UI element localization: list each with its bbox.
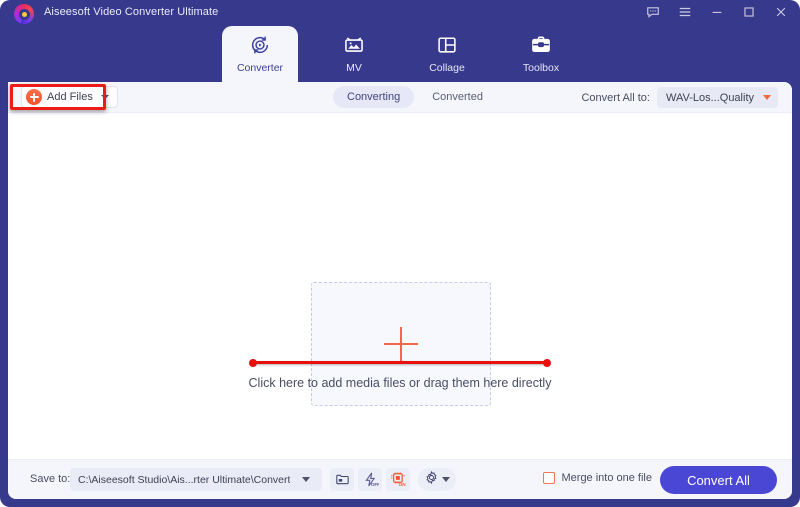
feedback-icon[interactable] (644, 3, 662, 21)
output-format-value: WAV-Los...Quality (665, 91, 754, 104)
convert-all-button[interactable]: Convert All (660, 466, 777, 494)
drop-hint-text[interactable]: Click here to add media files or drag th… (8, 376, 792, 390)
tab-mv[interactable]: MV (316, 26, 392, 82)
tab-converter[interactable]: Converter (222, 26, 298, 82)
convert-all-to-group: Convert All to: WAV-Los...Quality (581, 87, 778, 108)
checkbox-icon (542, 472, 555, 484)
plus-circle-icon (26, 89, 42, 105)
preferences-button[interactable] (418, 468, 456, 491)
chevron-down-icon (763, 95, 771, 100)
tab-collage[interactable]: Collage (409, 26, 485, 82)
chevron-down-icon (442, 477, 450, 482)
tab-toolbox-label: Toolbox (522, 62, 560, 74)
gear-icon (424, 470, 439, 490)
aiseesoft-logo-icon (14, 4, 34, 24)
save-to-label: Save to: (30, 473, 71, 485)
save-to-field[interactable]: C:\Aiseesoft Studio\Ais...rter Ultimate\… (70, 468, 322, 491)
save-to-path: C:\Aiseesoft Studio\Ais...rter Ultimate\… (78, 473, 290, 486)
content-area: Click here to add media files or drag th… (8, 113, 792, 468)
minimize-icon[interactable] (708, 3, 726, 21)
toolbar: Add Files Converting Converted Convert A… (8, 82, 792, 113)
converter-icon (249, 32, 271, 58)
toolbox-icon (530, 32, 552, 58)
merge-label: Merge into one file (561, 472, 653, 484)
collage-icon (436, 32, 458, 58)
maximize-icon[interactable] (740, 3, 758, 21)
tab-converted[interactable]: Converted (418, 86, 497, 108)
svg-text:ON: ON (398, 482, 405, 487)
add-files-label: Add Files (47, 91, 93, 103)
menu-icon[interactable] (676, 3, 694, 21)
tab-mv-label: MV (346, 62, 362, 74)
chevron-down-icon[interactable] (100, 95, 109, 99)
main-panel: Add Files Converting Converted Convert A… (8, 82, 792, 499)
tab-converting[interactable]: Converting (333, 86, 415, 108)
convert-all-to-label: Convert All to: (581, 91, 650, 104)
close-icon[interactable] (772, 3, 790, 21)
save-to-dropdown[interactable] (290, 477, 322, 482)
status-tabs: Converting Converted (333, 86, 497, 108)
annotation-underline-hint (249, 358, 551, 367)
annotation-dot-right (543, 358, 551, 367)
output-format-select[interactable]: WAV-Los...Quality (656, 87, 778, 108)
bottom-bar: Save to: C:\Aiseesoft Studio\Ais...rter … (8, 459, 792, 499)
tab-converter-label: Converter (236, 62, 284, 74)
chip-on-icon[interactable]: ON (386, 468, 410, 491)
window-controls (644, 3, 790, 21)
chevron-down-icon (302, 477, 310, 482)
svg-text:OFF: OFF (370, 482, 378, 487)
open-folder-button[interactable] (330, 468, 354, 491)
annotation-dot-left (249, 358, 257, 367)
lightning-off-icon[interactable]: OFF (358, 468, 382, 491)
tab-toolbox[interactable]: Toolbox (503, 26, 579, 82)
app-title: Aiseesoft Video Converter Ultimate (44, 6, 219, 18)
merge-into-one-file-checkbox[interactable]: Merge into one file (542, 472, 653, 484)
main-nav: Converter MV Collage Toolbox (0, 26, 800, 82)
add-files-button[interactable]: Add Files (21, 86, 118, 108)
app-window: Aiseesoft Video Converter Ultimate Conve… (0, 0, 800, 507)
title-bar: Aiseesoft Video Converter Ultimate (0, 0, 800, 26)
mv-icon (343, 32, 365, 58)
tab-collage-label: Collage (429, 62, 465, 74)
